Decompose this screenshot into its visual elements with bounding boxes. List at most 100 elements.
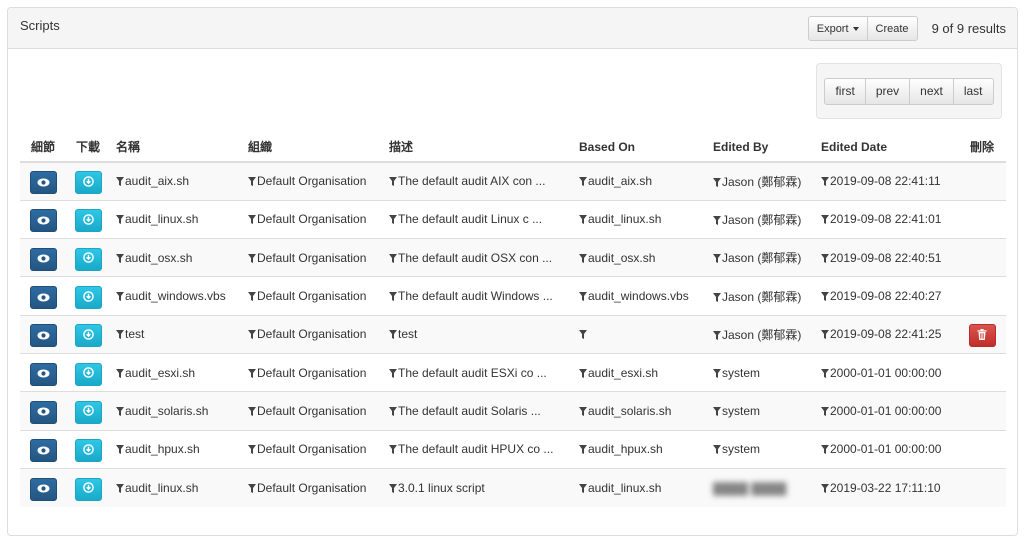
filter-icon[interactable] [579,289,588,303]
filter-icon[interactable] [116,174,125,188]
edited-date-text[interactable]: 2019-09-08 22:41:11 [830,174,941,188]
organisation-text[interactable]: Default Organisation [257,327,366,341]
filter-icon[interactable] [713,175,722,189]
filter-icon[interactable] [389,442,398,456]
filter-icon[interactable] [713,442,722,456]
filter-icon[interactable] [116,212,125,226]
edited-date-text[interactable]: 2019-09-08 22:40:27 [830,289,941,303]
based-on-text[interactable]: audit_osx.sh [588,251,655,265]
filter-icon[interactable] [579,442,588,456]
filter-icon[interactable] [248,366,257,380]
organisation-text[interactable]: Default Organisation [257,442,366,456]
organisation-text[interactable]: Default Organisation [257,481,366,495]
name-text[interactable]: audit_aix.sh [125,174,189,188]
filter-icon[interactable] [116,366,125,380]
name-text[interactable]: audit_windows.vbs [125,289,226,303]
filter-icon[interactable] [821,289,830,303]
filter-icon[interactable] [116,251,125,265]
column-header-details[interactable]: 細節 [20,132,66,163]
filter-icon[interactable] [713,328,722,342]
name-text[interactable]: audit_linux.sh [125,212,198,226]
column-header-name[interactable]: 名稱 [110,132,242,163]
create-button[interactable]: Create [866,16,918,41]
edited-by-text[interactable]: system [722,366,760,380]
name-text[interactable]: audit_osx.sh [125,251,192,265]
filter-icon[interactable] [389,174,398,188]
based-on-text[interactable]: audit_hpux.sh [588,442,663,456]
description-text[interactable]: The default audit OSX con ... [398,251,552,265]
filter-icon[interactable] [713,213,722,227]
download-button[interactable] [74,362,102,386]
column-header-description[interactable]: 描述 [383,132,573,163]
filter-icon[interactable] [821,366,830,380]
filter-icon[interactable] [821,212,830,226]
filter-icon[interactable] [389,366,398,380]
edited-by-text[interactable]: system [722,404,760,418]
description-text[interactable]: The default audit ESXi co ... [398,366,547,380]
filter-icon[interactable] [821,442,830,456]
edited-date-text[interactable]: 2000-01-01 00:00:00 [830,404,941,418]
filter-icon[interactable] [821,481,830,495]
based-on-text[interactable]: audit_aix.sh [588,174,652,188]
edited-by-text[interactable]: Jason (鄭郁霖) [722,290,801,304]
based-on-text[interactable]: audit_linux.sh [588,481,661,495]
organisation-text[interactable]: Default Organisation [257,174,366,188]
filter-icon[interactable] [389,212,398,226]
filter-icon[interactable] [389,404,398,418]
filter-icon[interactable] [116,327,125,341]
description-text[interactable]: The default audit HPUX co ... [398,442,553,456]
download-button[interactable] [74,439,102,463]
name-text[interactable]: audit_solaris.sh [125,404,208,418]
description-text[interactable]: 3.0.1 linux script [398,481,485,495]
download-button[interactable] [74,324,102,348]
view-details-button[interactable] [29,247,57,271]
filter-icon[interactable] [713,251,722,265]
filter-icon[interactable] [116,481,125,495]
name-text[interactable]: audit_hpux.sh [125,442,200,456]
filter-icon[interactable] [116,289,125,303]
description-text[interactable]: The default audit Solaris ... [398,404,541,418]
download-button[interactable] [74,286,102,310]
filter-icon[interactable] [389,289,398,303]
filter-icon[interactable] [116,442,125,456]
view-details-button[interactable] [29,286,57,310]
last-page-button[interactable]: last [952,77,994,105]
filter-icon[interactable] [821,404,830,418]
edited-date-text[interactable]: 2019-09-08 22:41:01 [830,212,941,226]
view-details-button[interactable] [29,400,57,424]
based-on-text[interactable]: audit_solaris.sh [588,404,671,418]
filter-icon[interactable] [248,289,257,303]
filter-icon[interactable] [579,327,588,341]
based-on-text[interactable]: audit_esxi.sh [588,366,658,380]
based-on-text[interactable]: audit_linux.sh [588,212,661,226]
view-details-button[interactable] [29,362,57,386]
organisation-text[interactable]: Default Organisation [257,404,366,418]
column-header-edited-by[interactable]: Edited By [707,132,815,163]
description-text[interactable]: test [398,327,417,341]
prev-page-button[interactable]: prev [864,77,911,105]
filter-icon[interactable] [579,366,588,380]
edited-date-text[interactable]: 2019-09-08 22:41:25 [830,327,941,341]
description-text[interactable]: The default audit AIX con ... [398,174,545,188]
column-header-edited-date[interactable]: Edited Date [815,132,958,163]
view-details-button[interactable] [29,324,57,348]
edited-date-text[interactable]: 2000-01-01 00:00:00 [830,366,941,380]
download-button[interactable] [74,477,102,501]
filter-icon[interactable] [389,327,398,341]
filter-icon[interactable] [248,481,257,495]
filter-icon[interactable] [248,212,257,226]
download-button[interactable] [74,247,102,271]
view-details-button[interactable] [29,209,57,233]
filter-icon[interactable] [579,174,588,188]
filter-icon[interactable] [579,404,588,418]
filter-icon[interactable] [821,327,830,341]
column-header-delete[interactable]: 刪除 [958,132,1006,163]
filter-icon[interactable] [248,442,257,456]
name-text[interactable]: audit_linux.sh [125,481,198,495]
edited-by-text[interactable]: Jason (鄭郁霖) [722,328,801,342]
filter-icon[interactable] [713,404,722,418]
filter-icon[interactable] [248,251,257,265]
based-on-text[interactable]: audit_windows.vbs [588,289,689,303]
export-button[interactable]: Export [807,16,868,41]
filter-icon[interactable] [713,366,722,380]
